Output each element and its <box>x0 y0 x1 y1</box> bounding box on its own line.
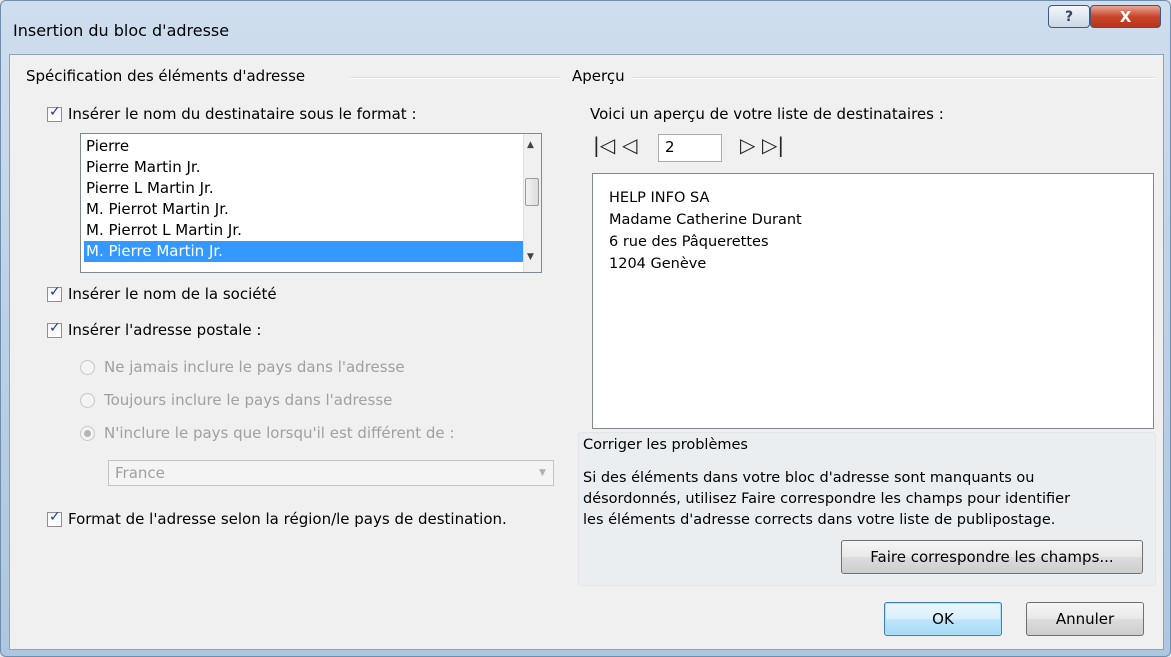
first-record-icon[interactable]: |◁ <box>593 135 615 155</box>
dialog-body: Spécification des éléments d'adresse ✓ I… <box>9 54 1164 650</box>
title-bar[interactable]: Insertion du bloc d'adresse ? X <box>1 1 1170 53</box>
name-format-list[interactable]: Pierre Pierre Martin Jr. Pierre L Martin… <box>80 133 542 273</box>
preview-line: HELP INFO SA <box>609 190 710 206</box>
checkmark-icon: ✓ <box>49 284 61 300</box>
ok-button[interactable]: OK <box>884 602 1002 636</box>
preview-intro: Voici un aperçu de votre liste de destin… <box>590 105 944 123</box>
insert-name-label[interactable]: Insérer le nom du destinataire sous le f… <box>68 105 417 123</box>
dialog-title: Insertion du bloc d'adresse <box>13 21 230 40</box>
preview-group-title: Aperçu <box>572 67 625 85</box>
format-by-region-label[interactable]: Format de l'adresse selon la région/le p… <box>68 510 507 528</box>
close-icon: X <box>1119 7 1132 26</box>
preview-line: 1204 Genève <box>609 256 707 272</box>
insert-name-checkbox[interactable]: ✓ <box>47 104 62 122</box>
chevron-down-icon[interactable]: ▼ <box>533 462 552 484</box>
fix-problems-panel: Corriger les problèmes Si des éléments d… <box>578 432 1156 586</box>
country-select[interactable]: France ▼ <box>108 460 554 486</box>
insert-postal-checkbox[interactable]: ✓ <box>47 320 62 338</box>
next-record-icon[interactable]: ▷ <box>740 135 755 155</box>
checkmark-icon: ✓ <box>49 509 61 525</box>
address-preview: HELP INFO SA Madame Catherine Durant 6 r… <box>592 173 1154 429</box>
help-button[interactable]: ? <box>1048 5 1090 28</box>
insert-company-label[interactable]: Insérer le nom de la société <box>68 285 277 303</box>
list-item[interactable]: Pierre <box>84 136 524 157</box>
different-country-radio[interactable] <box>80 426 95 441</box>
list-item[interactable]: Pierre Martin Jr. <box>84 157 524 178</box>
radio-selected-dot <box>84 430 91 437</box>
checkmark-icon: ✓ <box>49 104 61 120</box>
scroll-down-icon[interactable]: ▼ <box>527 252 534 262</box>
scroll-up-icon[interactable]: ▲ <box>527 140 534 150</box>
dialog-window: Insertion du bloc d'adresse ? X Spécific… <box>0 0 1171 657</box>
never-country-label[interactable]: Ne jamais inclure le pays dans l'adresse <box>104 358 405 376</box>
insert-company-checkbox[interactable]: ✓ <box>47 284 62 302</box>
list-item[interactable]: M. Pierrot Martin Jr. <box>84 199 524 220</box>
last-record-icon[interactable]: ▷| <box>762 135 784 155</box>
country-select-value: France <box>115 464 165 482</box>
always-country-label[interactable]: Toujours inclure le pays dans l'adresse <box>104 391 392 409</box>
fix-problems-text: les éléments d'adresse corrects dans vot… <box>583 512 1056 528</box>
list-item-selected[interactable]: M. Pierre Martin Jr. <box>84 241 524 262</box>
scroll-thumb[interactable] <box>525 178 539 206</box>
help-icon: ? <box>1064 8 1074 25</box>
record-number-field[interactable]: 2 <box>658 134 722 162</box>
format-by-region-checkbox[interactable]: ✓ <box>47 509 62 527</box>
never-country-radio[interactable] <box>80 360 95 375</box>
fix-problems-title: Corriger les problèmes <box>583 437 748 453</box>
close-button[interactable]: X <box>1090 5 1161 28</box>
always-country-radio[interactable] <box>80 393 95 408</box>
different-country-label[interactable]: N'inclure le pays que lorsqu'il est diff… <box>104 424 454 442</box>
insert-postal-label[interactable]: Insérer l'adresse postale : <box>68 321 261 339</box>
address-spec-group-title: Spécification des éléments d'adresse <box>26 67 306 85</box>
group-divider <box>633 77 1155 79</box>
previous-record-icon[interactable]: ◁ <box>622 135 637 155</box>
checkmark-icon: ✓ <box>49 320 61 336</box>
list-scrollbar[interactable]: ▲ ▼ <box>523 134 541 272</box>
cancel-button[interactable]: Annuler <box>1026 602 1144 636</box>
preview-line: Madame Catherine Durant <box>609 212 802 228</box>
list-item[interactable]: M. Pierrot L Martin Jr. <box>84 220 524 241</box>
fix-problems-text: Si des éléments dans votre bloc d'adress… <box>583 470 1035 486</box>
preview-line: 6 rue des Pâquerettes <box>609 234 769 250</box>
match-fields-button[interactable]: Faire correspondre les champs... <box>841 540 1143 574</box>
group-divider <box>350 77 560 79</box>
fix-problems-text: désordonnés, utilisez Faire correspondre… <box>583 491 1071 507</box>
list-item[interactable]: Pierre L Martin Jr. <box>84 178 524 199</box>
